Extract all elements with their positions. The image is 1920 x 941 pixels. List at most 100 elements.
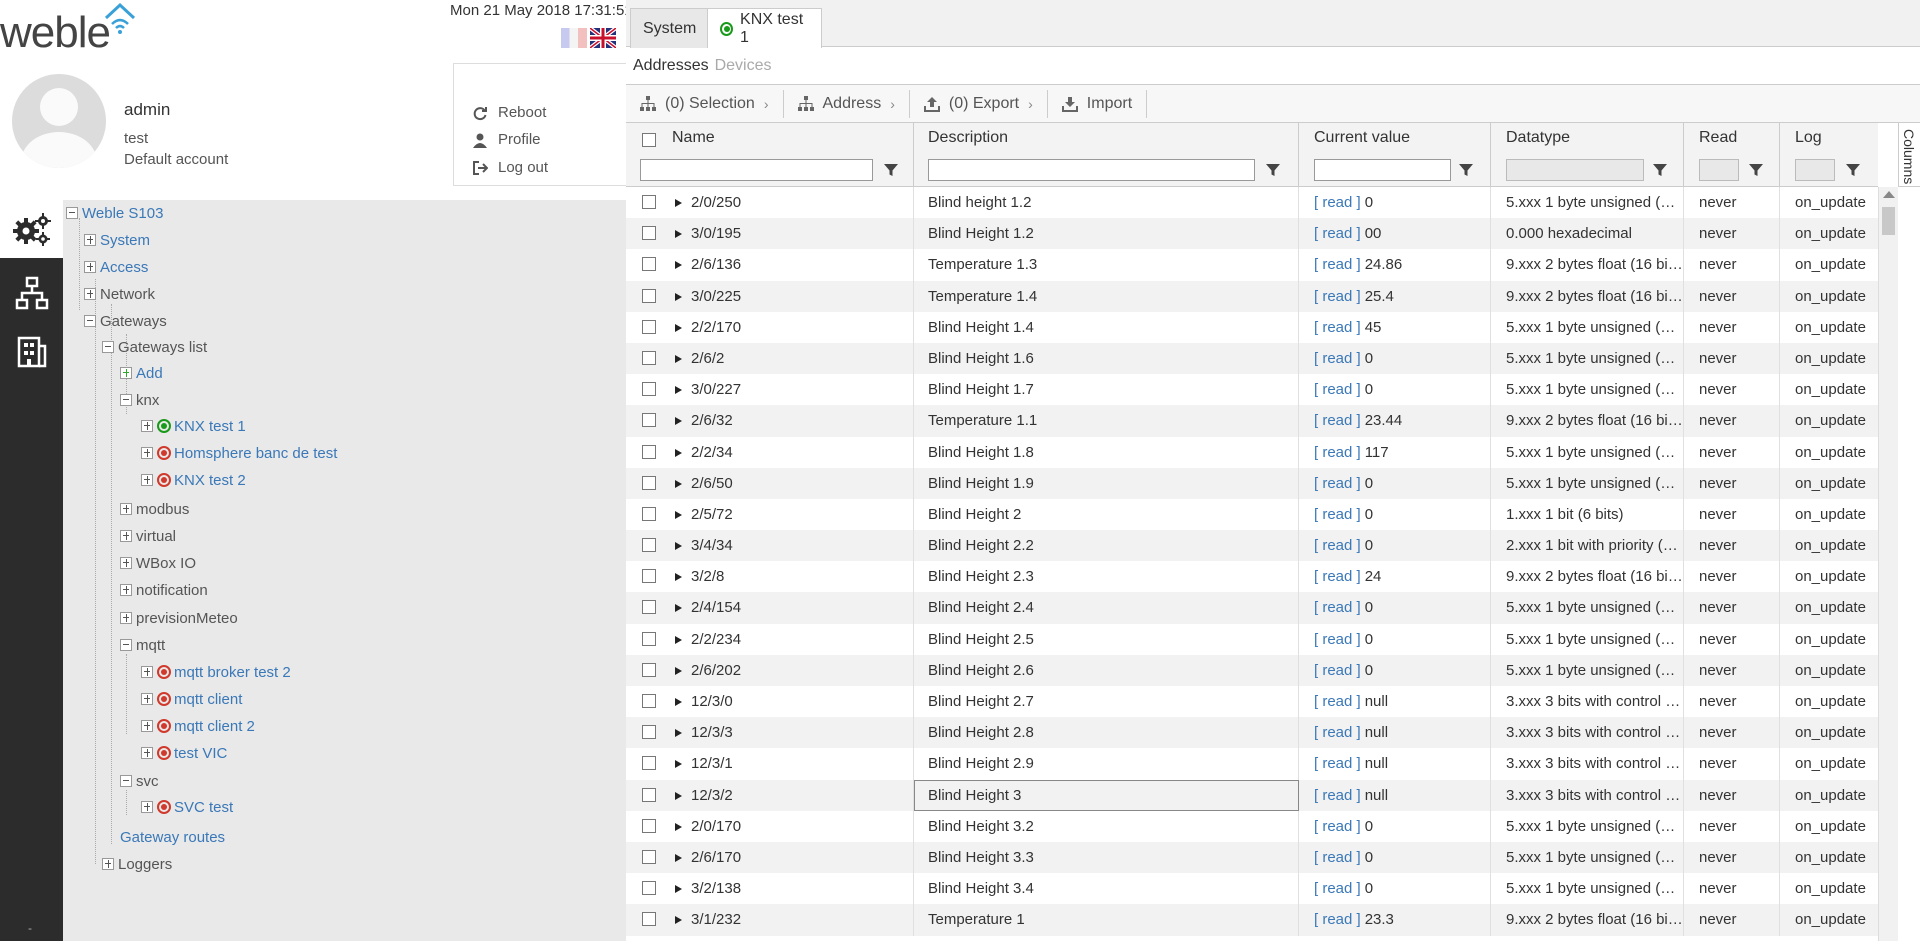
read-link[interactable]: [ read ] (1314, 288, 1361, 305)
filter-icon[interactable] (1459, 163, 1473, 177)
column-read[interactable]: Read (1684, 123, 1780, 187)
cell-description[interactable]: Blind Height 2.6 (914, 654, 1299, 686)
tree-node-gateways-list[interactable]: Gateways list (102, 337, 207, 357)
filter-icon[interactable] (884, 163, 898, 177)
tree-node-svc[interactable]: svc (120, 771, 159, 791)
read-link[interactable]: [ read ] (1314, 475, 1361, 492)
read-link[interactable]: [ read ] (1314, 444, 1361, 461)
cell-description[interactable]: Blind Height 2 (914, 498, 1299, 531)
table-row[interactable]: 2/0/250 Blind height 1.2[ read ] 0 5.xxx 1 … (626, 187, 1878, 219)
table-row[interactable]: 3/2/138 Blind Height 3.4[ read ] 0 5.xxx 1 … (626, 873, 1878, 905)
cell-description[interactable]: Blind Height 2.3 (914, 561, 1299, 593)
tree-node-network[interactable]: Network (84, 284, 155, 304)
read-link[interactable]: [ read ] (1314, 319, 1361, 336)
address-button[interactable]: Address › (784, 89, 910, 118)
cell-description[interactable]: Blind Height 2.4 (914, 592, 1299, 624)
cell-description[interactable]: Temperature 1.4 (914, 280, 1299, 312)
collapse-icon[interactable] (66, 207, 78, 219)
collapse-icon[interactable] (120, 775, 132, 787)
table-row[interactable]: 2/6/136 Temperature 1.3[ read ] 24.86 9.xxx… (626, 249, 1878, 281)
table-row[interactable]: 2/2/170 Blind Height 1.4[ read ] 45 5.xxx 1… (626, 311, 1878, 343)
read-link[interactable]: [ read ] (1314, 537, 1361, 554)
expand-icon[interactable] (120, 530, 132, 542)
rail-building-button[interactable] (0, 322, 63, 380)
column-name[interactable]: Name (626, 123, 914, 187)
logout-button[interactable]: Log out (472, 159, 548, 176)
tree-node-mqtt-client-2[interactable]: mqtt client 2 (141, 716, 255, 736)
cell-description[interactable]: Blind Height 2.8 (914, 717, 1299, 749)
reboot-button[interactable]: Reboot (472, 104, 546, 121)
expand-icon[interactable] (141, 474, 153, 486)
read-link[interactable]: [ read ] (1314, 506, 1361, 523)
tree-node-notification[interactable]: notification (120, 580, 208, 600)
collapse-icon[interactable] (84, 315, 96, 327)
select-all-checkbox[interactable] (642, 133, 656, 147)
expand-icon[interactable] (84, 288, 96, 300)
scroll-up-icon[interactable] (1883, 191, 1895, 198)
expand-icon[interactable] (141, 447, 153, 459)
tree-node-mqtt-broker[interactable]: mqtt broker test 2 (141, 662, 291, 682)
expand-icon[interactable] (141, 747, 153, 759)
read-link[interactable]: [ read ] (1314, 568, 1361, 585)
tab-knx-test-1[interactable]: KNX test 1 (707, 8, 822, 48)
tree-node-access[interactable]: Access (84, 257, 148, 277)
read-link[interactable]: [ read ] (1314, 818, 1361, 835)
table-row[interactable]: 12/3/2 Blind Height 3[ read ] null 3.xxx 3 … (626, 779, 1878, 811)
tree-node-svc-test[interactable]: SVC test (141, 797, 233, 817)
collapse-icon[interactable] (120, 639, 132, 651)
export-button[interactable]: (0) Export › (910, 89, 1048, 118)
read-link[interactable]: [ read ] (1314, 911, 1361, 928)
column-current-value[interactable]: Current value (1299, 123, 1491, 187)
subtab-devices[interactable]: Devices (715, 57, 772, 75)
read-link[interactable]: [ read ] (1314, 256, 1361, 273)
expand-icon[interactable] (141, 693, 153, 705)
read-link[interactable]: [ read ] (1314, 662, 1361, 679)
cell-description[interactable]: Blind Height 2.2 (914, 530, 1299, 562)
table-row[interactable]: 2/2/234 Blind Height 2.5[ read ] 0 5.xxx 1 … (626, 623, 1878, 655)
tree-node-knx[interactable]: knx (120, 390, 159, 410)
tree-node-virtual[interactable]: virtual (120, 526, 176, 546)
cell-description[interactable]: Blind Height 1.8 (914, 436, 1299, 468)
column-log[interactable]: Log (1780, 123, 1878, 187)
read-link[interactable]: [ read ] (1314, 755, 1361, 772)
column-description[interactable]: Description (914, 123, 1299, 187)
filter-name-input[interactable] (640, 159, 873, 181)
tree-node-gateways[interactable]: Gateways (84, 311, 167, 331)
flag-fr-icon[interactable] (561, 28, 587, 48)
cell-description[interactable]: Blind Height 1.9 (914, 467, 1299, 499)
cell-description[interactable]: Blind Height 2.7 (914, 686, 1299, 718)
read-link[interactable]: [ read ] (1314, 631, 1361, 648)
cell-description[interactable]: Blind Height 3 (914, 779, 1299, 811)
tree-node-wbox[interactable]: WBox IO (120, 553, 196, 573)
expand-icon[interactable] (120, 503, 132, 515)
cell-description[interactable]: Temperature 1 (914, 904, 1299, 936)
filter-icon[interactable] (1846, 163, 1860, 177)
cell-description[interactable]: Blind Height 1.7 (914, 374, 1299, 406)
cell-description[interactable]: Blind Height 3.3 (914, 841, 1299, 874)
read-link[interactable]: [ read ] (1314, 724, 1361, 741)
cell-description[interactable]: Blind Height 2.5 (914, 623, 1299, 655)
filter-icon[interactable] (1749, 163, 1763, 177)
expand-icon[interactable] (84, 234, 96, 246)
filter-value-input[interactable] (1314, 159, 1451, 181)
vertical-scrollbar[interactable] (1878, 187, 1898, 941)
expand-icon[interactable] (120, 557, 132, 569)
read-link[interactable]: [ read ] (1314, 412, 1361, 429)
table-row[interactable]: 2/6/50 Blind Height 1.9[ read ] 0 5.xxx 1 b… (626, 467, 1878, 499)
expand-icon[interactable] (84, 261, 96, 273)
expand-icon[interactable] (141, 801, 153, 813)
table-row[interactable]: 2/0/170 Blind Height 3.2[ read ] 0 5.xxx 1 … (626, 810, 1878, 842)
read-link[interactable]: [ read ] (1314, 194, 1361, 211)
expand-icon[interactable] (120, 612, 132, 624)
read-link[interactable]: [ read ] (1314, 599, 1361, 616)
expand-icon[interactable] (141, 420, 153, 432)
table-row[interactable]: 12/3/1 Blind Height 2.9[ read ] null 3.xxx … (626, 748, 1878, 780)
table-row[interactable]: 12/3/3 Blind Height 2.8[ read ] null 3.xxx … (626, 717, 1878, 749)
read-link[interactable]: [ read ] (1314, 787, 1361, 804)
tree-node-system[interactable]: System (84, 230, 150, 250)
cell-description[interactable]: Blind Height 1.4 (914, 311, 1299, 343)
tree-node-test-vic[interactable]: test VIC (141, 743, 227, 763)
table-row[interactable]: 2/4/154 Blind Height 2.4[ read ] 0 5.xxx 1 … (626, 592, 1878, 624)
cell-description[interactable]: Blind Height 3.2 (914, 810, 1299, 842)
tree-node-loggers[interactable]: Loggers (102, 854, 172, 874)
